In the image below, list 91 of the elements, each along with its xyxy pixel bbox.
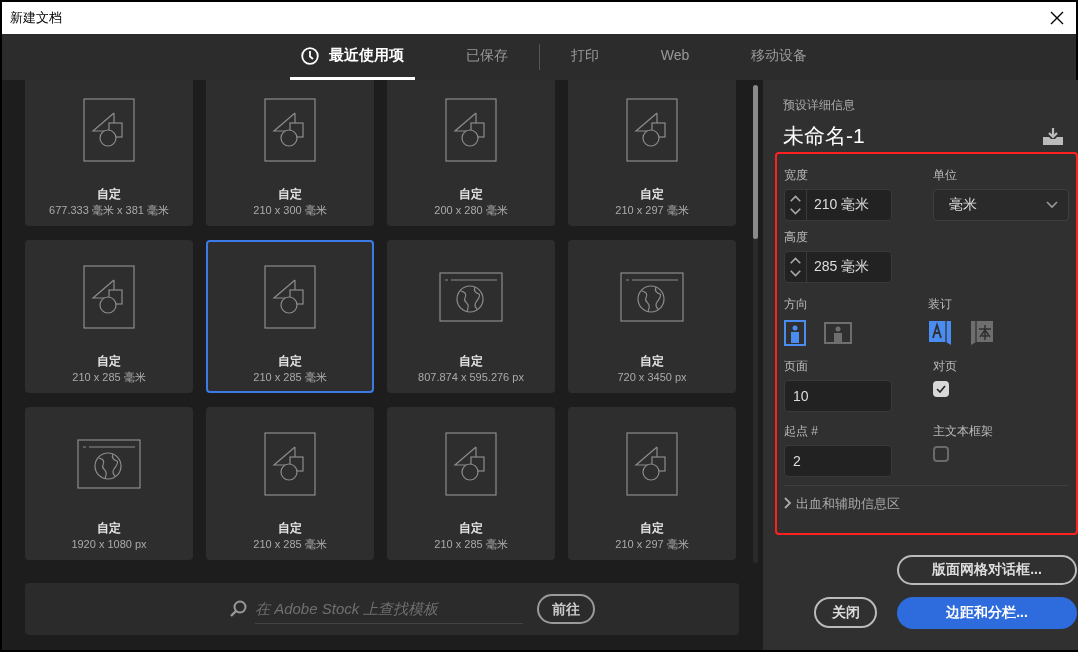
field-label: 主文本框架 [933, 422, 994, 440]
start-page-field[interactable]: 2 [784, 444, 892, 477]
checkbox[interactable] [933, 380, 949, 397]
preset-name: 自定 [278, 520, 302, 536]
field-label: 单位 [933, 166, 958, 184]
document-shapes-icon [626, 98, 678, 162]
preset-size: 210 x 300 毫米 [253, 203, 327, 218]
field-label: 高度 [784, 228, 809, 246]
browser-globe-icon [77, 439, 141, 489]
margins-columns-button[interactable]: 边距和分栏... [897, 596, 1077, 629]
bleed-section-toggle[interactable]: 出血和辅助信息区 [784, 493, 900, 513]
preset-size: 677.333 毫米 x 381 毫米 [49, 203, 169, 218]
preset-card[interactable]: 自定 200 x 280 毫米 [387, 80, 555, 226]
preset-name: 自定 [97, 186, 121, 202]
preset-name: 自定 [278, 186, 302, 202]
document-shapes-icon [83, 265, 135, 329]
preset-name: 自定 [640, 186, 664, 202]
preset-card[interactable]: 自定 210 x 285 毫米 [387, 407, 555, 560]
field-label: 起点 # [784, 422, 819, 440]
field-label: 页面 [784, 357, 809, 375]
preset-size: 210 x 297 毫米 [615, 203, 689, 218]
checkmark-icon [936, 384, 946, 393]
search-field[interactable]: 在 Adobe Stock 上查找模板 [255, 594, 523, 624]
dropdown-value: 毫米 [949, 195, 977, 214]
field-label: 方向 [784, 295, 809, 313]
preset-card[interactable]: 自定 720 x 3450 px [568, 240, 736, 393]
browser-globe-icon [620, 272, 684, 322]
pages-field[interactable]: 10 [784, 379, 892, 412]
preset-size: 200 x 280 毫米 [434, 203, 508, 218]
preset-name: 自定 [97, 520, 121, 536]
tab[interactable]: 已保存 [454, 34, 519, 80]
preset-name: 自定 [278, 353, 302, 369]
preset-card[interactable]: 自定 1920 x 1080 px [25, 407, 193, 560]
portrait-icon[interactable] [784, 318, 806, 347]
preset-name: 自定 [640, 353, 664, 369]
unit-dropdown[interactable]: 毫米 [933, 188, 1069, 221]
clock-icon [300, 46, 319, 65]
search-icon [229, 600, 247, 618]
scrollbar[interactable] [753, 85, 758, 563]
tab[interactable]: 打印 [559, 34, 610, 80]
preset-card[interactable]: 自定 677.333 毫米 x 381 毫米 [25, 80, 193, 226]
preset-name: 自定 [640, 520, 664, 536]
preset-size: 210 x 285 毫米 [434, 537, 508, 552]
preset-card[interactable]: 自定 210 x 285 毫米 [206, 240, 374, 393]
preset-card[interactable]: 自定 210 x 300 毫米 [206, 80, 374, 226]
document-shapes-icon [264, 432, 316, 496]
tab[interactable]: 移动设备 [740, 34, 819, 80]
chevron-down-icon [1046, 200, 1058, 209]
preset-name: 自定 [459, 520, 483, 536]
preset-size: 210 x 297 毫米 [615, 537, 689, 552]
preset-card[interactable]: 自定 210 x 285 毫米 [25, 240, 193, 393]
checkbox[interactable] [933, 445, 949, 462]
field-value: 285 毫米 [814, 257, 870, 276]
tab[interactable]: Web [649, 34, 701, 80]
save-preset-icon[interactable] [1042, 126, 1064, 145]
preset-name: 自定 [459, 186, 483, 202]
preset-name: 自定 [459, 353, 483, 369]
field-label: 装订 [928, 295, 953, 313]
preset-size: 210 x 285 毫米 [72, 370, 146, 385]
document-shapes-icon [83, 98, 135, 162]
right-binding-icon[interactable] [970, 318, 994, 347]
document-shapes-icon [445, 432, 497, 496]
close-icon[interactable] [1050, 11, 1064, 25]
browser-globe-icon [439, 272, 503, 322]
width-field[interactable]: 210 毫米 [784, 188, 892, 221]
chevron-icon [784, 497, 792, 510]
close-button[interactable]: 关闭 [814, 597, 877, 628]
document-shapes-icon [264, 98, 316, 162]
go-button[interactable]: 前往 [537, 594, 595, 624]
window-title: 新建文档 [10, 9, 62, 28]
left-binding-icon[interactable] [928, 318, 952, 347]
preset-card[interactable]: 自定 210 x 297 毫米 [568, 80, 736, 226]
document-shapes-icon [445, 98, 497, 162]
panel-heading: 预设详细信息 [783, 97, 856, 114]
preset-size: 807.874 x 595.276 px [418, 370, 524, 385]
field-value: 210 毫米 [814, 195, 870, 214]
preset-size: 720 x 3450 px [617, 370, 687, 385]
preset-name: 自定 [97, 353, 121, 369]
preset-size: 210 x 285 毫米 [253, 370, 327, 385]
document-name: 未命名-1 [783, 123, 865, 149]
preset-size: 1920 x 1080 px [71, 537, 147, 552]
layout-grid-button[interactable]: 版面网格对话框... [897, 554, 1077, 585]
preset-card[interactable]: 自定 210 x 285 毫米 [206, 407, 374, 560]
preset-card[interactable]: 自定 807.874 x 595.276 px [387, 240, 555, 393]
field-label: 宽度 [784, 166, 809, 184]
preset-size: 210 x 285 毫米 [253, 537, 327, 552]
height-field[interactable]: 285 毫米 [784, 250, 892, 283]
field-label: 对页 [933, 357, 958, 375]
document-shapes-icon [264, 265, 316, 329]
preset-card[interactable]: 自定 210 x 297 毫米 [568, 407, 736, 560]
document-shapes-icon [626, 432, 678, 496]
